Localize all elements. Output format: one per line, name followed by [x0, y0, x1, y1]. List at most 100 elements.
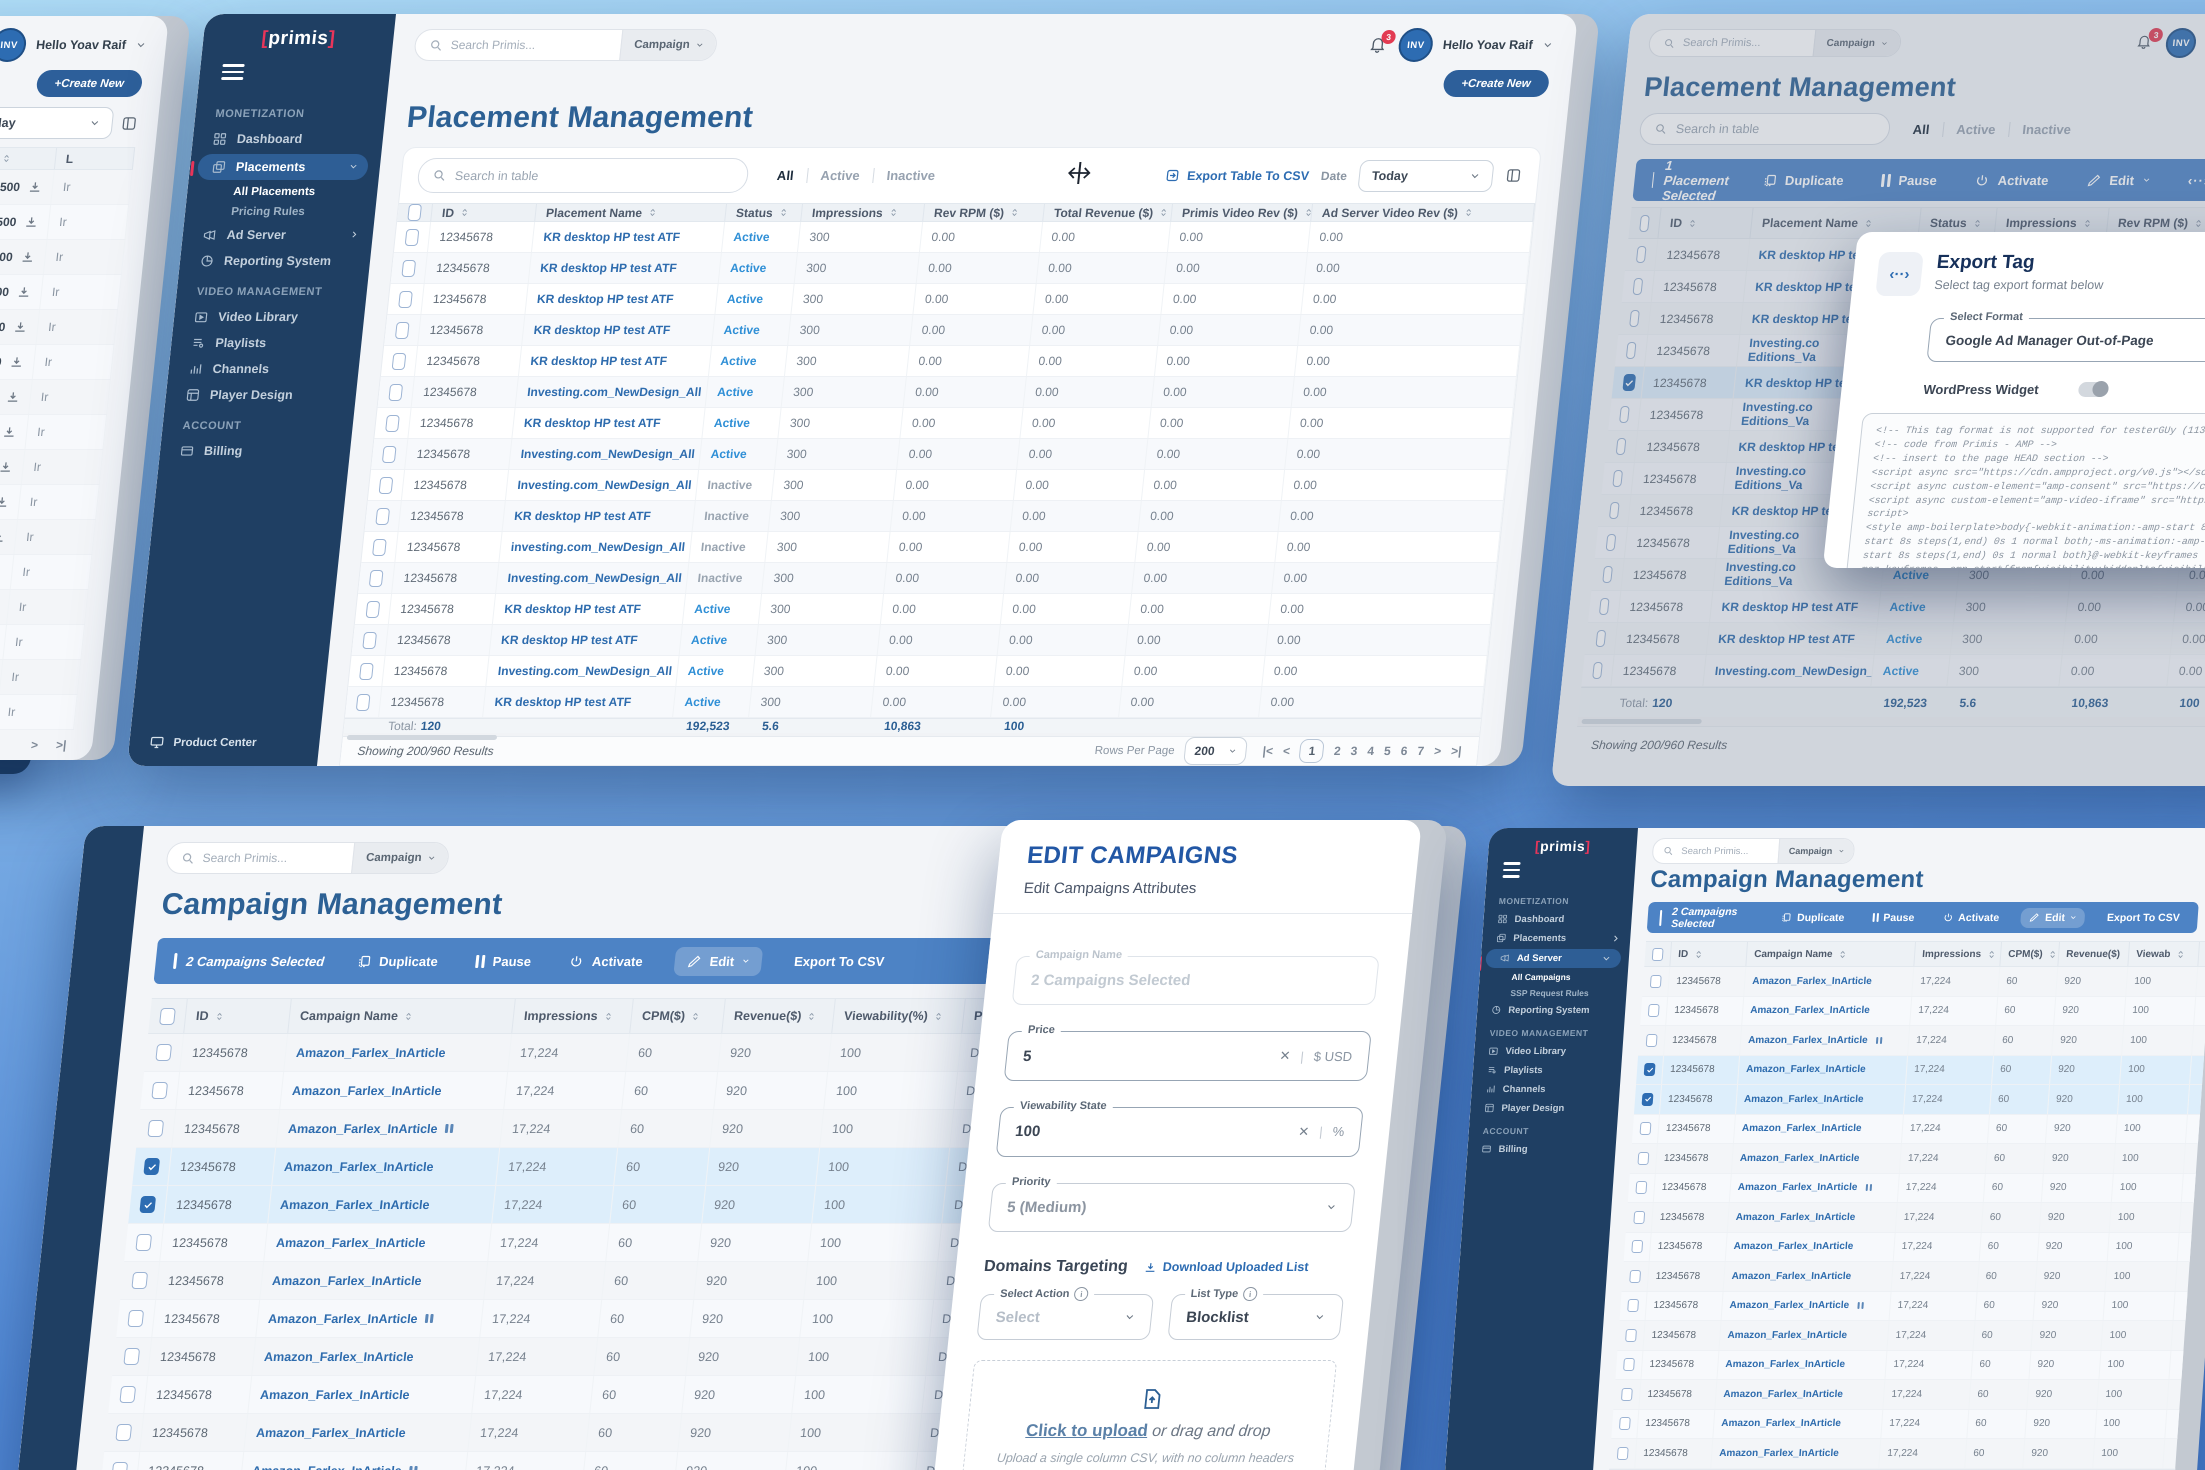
chevron-down-icon[interactable]	[1542, 40, 1553, 50]
row-checkbox[interactable]	[1633, 1211, 1645, 1224]
cell-name[interactable]: Amazon_Farlex_InArticle	[272, 1148, 500, 1185]
row-name-link[interactable]: Amazon_Farlex_InArticle	[1723, 1389, 1843, 1400]
horizontal-scrollbar[interactable]	[343, 733, 1479, 736]
sidebar-item-ad-server[interactable]: Ad Server	[1485, 949, 1621, 968]
row-name-link[interactable]: Amazon_Farlex_InArticle	[287, 1122, 438, 1136]
avatar[interactable]: INV	[0, 28, 28, 62]
row-name-link[interactable]: Amazon_Farlex_InArticle	[252, 1464, 403, 1470]
pager-next[interactable]: >	[30, 738, 38, 752]
search-scope-select[interactable]: Campaign	[1778, 839, 1854, 863]
cell-name[interactable]: Amazon_Farlex_InArticle	[268, 1186, 496, 1223]
sidebar-item-billing[interactable]: Billing	[1467, 1140, 1616, 1159]
cell-name[interactable]: Amazon_Farlex_InArticle	[240, 1452, 468, 1470]
search-scope-select[interactable]: Campaign	[351, 843, 449, 873]
row-name-link[interactable]: KR desktop HP test ATF	[543, 230, 681, 244]
sidebar-item-placements[interactable]: Placements	[197, 154, 370, 180]
column-header-cpm-[interactable]: CPM($)	[630, 999, 726, 1033]
column-header-revenue-[interactable]: Revenue($)	[2058, 942, 2130, 966]
row-name-link[interactable]: Investing.com_NewDesign_All	[497, 664, 673, 678]
row-name-link[interactable]: Amazon_Farlex_InArticle	[275, 1236, 426, 1250]
activate-button[interactable]: Activate	[562, 953, 649, 970]
row-checkbox[interactable]	[369, 570, 384, 587]
row-checkbox[interactable]	[379, 477, 394, 494]
sidebar-subitem-all-placements[interactable]: All Placements	[186, 182, 378, 202]
tag-code-block[interactable]: <!-- This tag format is not supported fo…	[1842, 413, 2205, 568]
sidebar-item-player-design[interactable]: Player Design	[1470, 1099, 1619, 1118]
row-checkbox[interactable]	[147, 1120, 164, 1137]
cell-name[interactable]: Amazon_Farlex_InArticle	[1734, 1115, 1904, 1144]
cell-name[interactable]: Amazon_Farlex_InArticle	[1711, 1439, 1881, 1468]
row-checkbox[interactable]	[359, 663, 374, 680]
row-checkbox[interactable]	[385, 415, 400, 432]
row-checkbox[interactable]	[1637, 1152, 1649, 1165]
pager-page-2[interactable]: 2	[1333, 744, 1341, 758]
pager-page-1[interactable]: 1	[1299, 739, 1326, 763]
table-search-input[interactable]: Search in table	[416, 158, 750, 193]
notifications-bell[interactable]: 3	[1368, 35, 1390, 55]
cell-name[interactable]: KR desktop HP test ATF	[503, 501, 696, 531]
sidebar-item-dashboard[interactable]: Dashboard	[1483, 910, 1632, 929]
clear-icon[interactable]: ✕	[1298, 1124, 1311, 1140]
select-all-checkbox[interactable]	[1644, 942, 1672, 966]
cell-name[interactable]: Amazon_Farlex_InArticle	[1715, 1380, 1885, 1409]
row-name-link[interactable]: Amazon_Farlex_InArticle	[1721, 1418, 1841, 1429]
cell-name[interactable]: Amazon_Farlex_InArticle	[1722, 1292, 1892, 1321]
row-name-link[interactable]: Amazon_Farlex_InArticle	[283, 1160, 434, 1174]
row-name-link[interactable]: Amazon_Farlex_InArticle	[260, 1388, 411, 1402]
column-settings-icon[interactable]	[1504, 167, 1523, 184]
global-search[interactable]: Search Primis... Campaign	[413, 29, 718, 61]
cell-name[interactable]: Amazon_Farlex_InArticle	[1730, 1174, 1900, 1203]
checkbox[interactable]	[407, 204, 422, 221]
cell-name[interactable]: Amazon_Farlex_InArticle	[264, 1224, 492, 1261]
sidebar-item-placements[interactable]: Placements	[1482, 929, 1631, 948]
priority-select[interactable]: Priority 5 (Medium)	[988, 1183, 1356, 1233]
cell-name[interactable]: Amazon_Farlex_InArticle	[1724, 1262, 1894, 1291]
row-checkbox[interactable]	[135, 1234, 152, 1251]
column-header-primis-video-rev-[interactable]: Primis Video Rev ($)	[1171, 204, 1313, 221]
sidebar-subitem-pricing-rules[interactable]: Pricing Rules	[184, 202, 376, 222]
row-checkbox[interactable]	[127, 1310, 144, 1327]
row-checkbox[interactable]	[366, 601, 381, 618]
activate-button[interactable]: Activate	[1936, 911, 2006, 925]
row-checkbox[interactable]	[115, 1424, 132, 1441]
row-name-link[interactable]: Amazon_Farlex_InArticle	[279, 1198, 430, 1212]
row-checkbox[interactable]	[1627, 1299, 1639, 1312]
row-checkbox[interactable]	[395, 322, 410, 339]
row-name-link[interactable]: Investing.com_NewDesign_All	[527, 385, 703, 399]
row-name-link[interactable]: Amazon_Farlex_InArticle	[1740, 1153, 1860, 1164]
pager-next[interactable]: >	[1433, 744, 1441, 758]
cell-name[interactable]: Amazon_Farlex_InArticle	[1740, 1026, 1910, 1055]
sidebar-item-channels[interactable]: Channels	[167, 356, 360, 382]
pager-page-4[interactable]: 4	[1367, 744, 1375, 758]
cell-name[interactable]: Investing.com_NewDesign_All	[486, 656, 679, 686]
column-header-viewability-[interactable]: Viewability(%)	[832, 999, 966, 1033]
select-all-checkbox[interactable]	[397, 204, 433, 221]
cell-name[interactable]: Amazon_Farlex_InArticle	[1728, 1203, 1898, 1232]
row-name-link[interactable]: Amazon_Farlex_InArticle	[1725, 1359, 1845, 1370]
cell-name[interactable]: Amazon_Farlex_InArticle	[1720, 1321, 1890, 1350]
column-header-id[interactable]: ID	[1670, 942, 1748, 966]
sidebar-subitem-all-campaigns[interactable]: All Campaigns	[1479, 969, 1628, 985]
row-checkbox[interactable]	[401, 260, 416, 277]
pause-button[interactable]: Pause	[469, 953, 538, 970]
cell-name[interactable]: investing.com_NewDesign_All	[499, 532, 692, 562]
cell-name[interactable]: KR desktop HP test ATF	[525, 284, 718, 314]
pager-page-7[interactable]: 7	[1417, 744, 1425, 758]
select-action-select[interactable]: Select Actioni Select	[976, 1294, 1153, 1340]
download-uploaded-list-link[interactable]: Download Uploaded List	[1143, 1260, 1309, 1274]
row-name-link[interactable]: KR desktop HP test ATF	[530, 354, 668, 368]
row-name-link[interactable]: Amazon_Farlex_InArticle	[1727, 1330, 1847, 1341]
row-checkbox[interactable]	[1648, 1004, 1660, 1017]
row-checkbox[interactable]	[151, 1082, 168, 1099]
cell-name[interactable]: Amazon_Farlex_InArticle	[1726, 1233, 1896, 1262]
row-name-link[interactable]: Amazon_Farlex_InArticle	[264, 1350, 415, 1364]
column-header-viewab[interactable]: Viewab	[2128, 942, 2200, 966]
row-checkbox[interactable]	[1631, 1240, 1643, 1253]
row-checkbox[interactable]	[1621, 1388, 1633, 1401]
cell-name[interactable]: Amazon_Farlex_InArticle	[284, 1034, 512, 1071]
row-name-link[interactable]: Amazon_Farlex_InArticle	[1731, 1271, 1851, 1282]
cell-name[interactable]: Amazon_Farlex_InArticle	[256, 1300, 484, 1337]
sidebar-item-reporting-system[interactable]: Reporting System	[179, 248, 372, 274]
row-name-link[interactable]: Amazon_Farlex_InArticle	[1742, 1123, 1862, 1134]
chevron-down-icon[interactable]	[135, 40, 146, 50]
